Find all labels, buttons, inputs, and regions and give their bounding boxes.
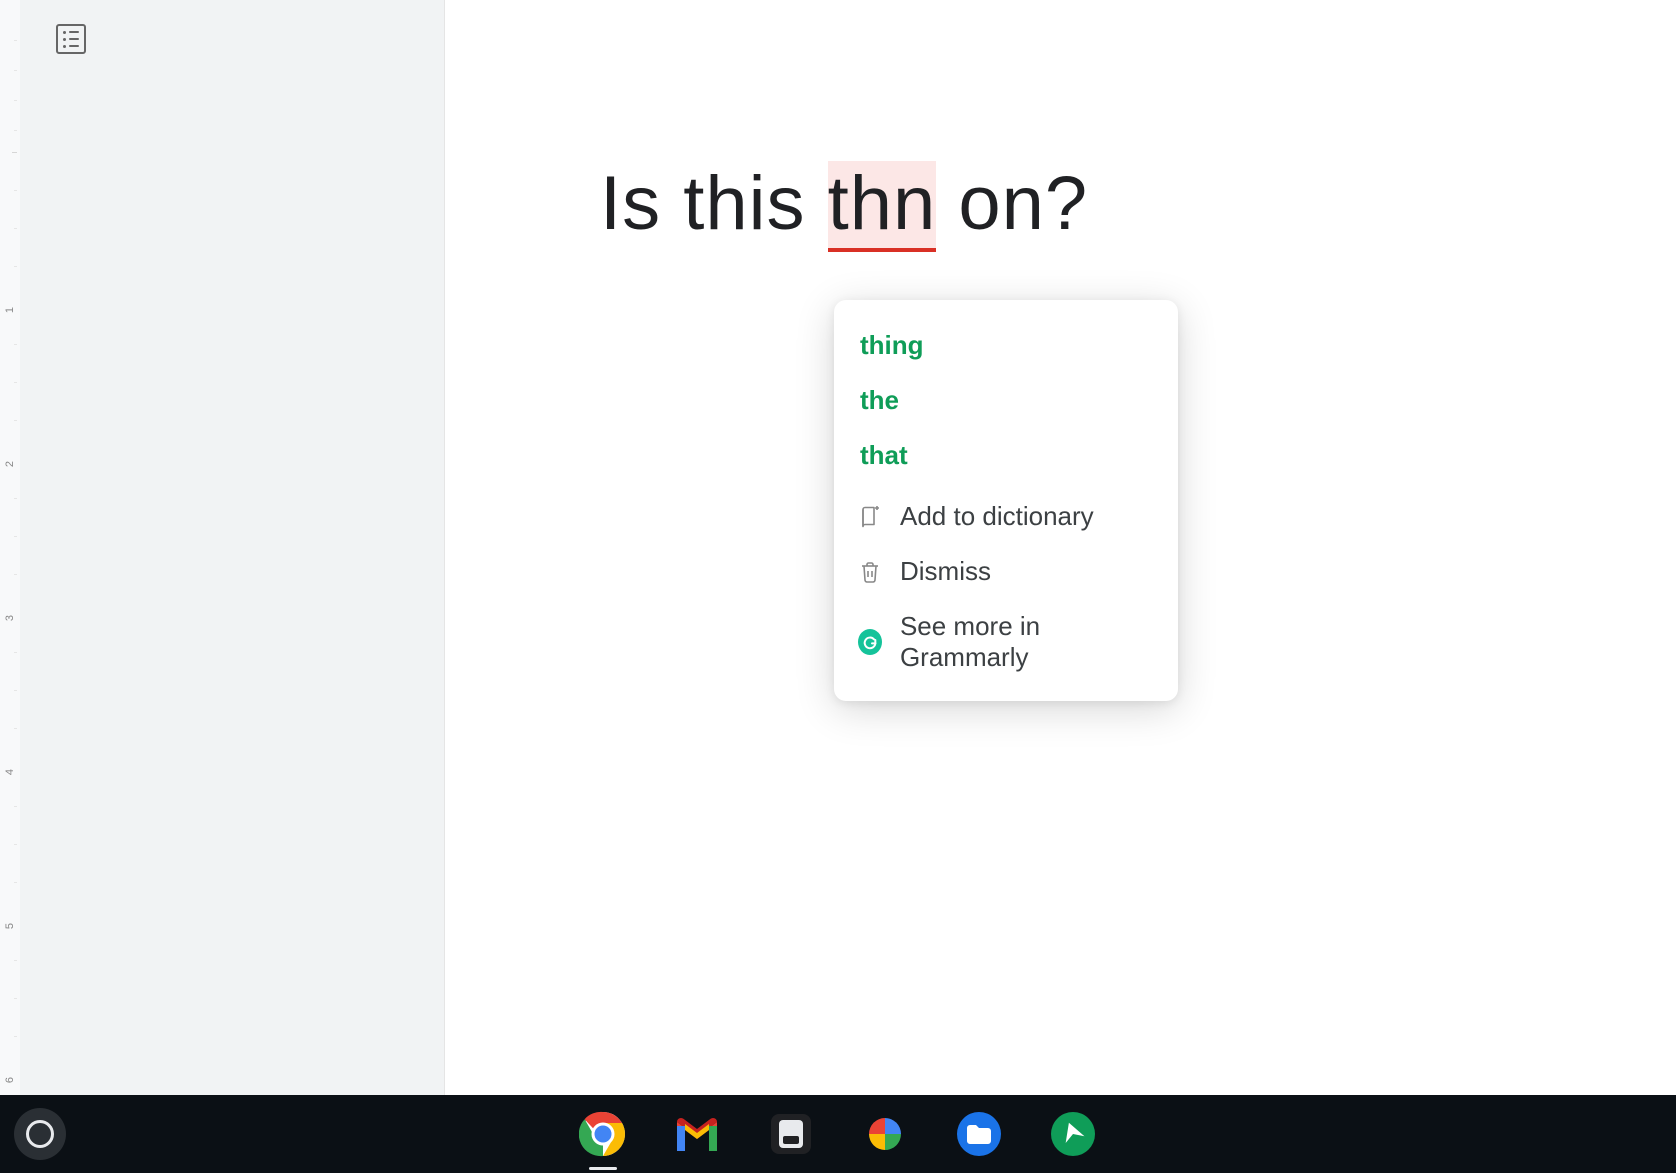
document-body-text[interactable]: Is this thn on? [600, 160, 1088, 247]
ruler-mark-6: 6 [4, 1074, 16, 1086]
gmail-icon [673, 1114, 721, 1154]
taskbar-app-gmail[interactable] [671, 1108, 723, 1160]
spellcheck-suggestion-popup: thing the that Add to dictionary Dismiss [834, 300, 1178, 701]
suggestion-item[interactable]: that [834, 428, 1178, 483]
screen: 1 2 3 4 5 6 [0, 0, 1676, 1173]
text-segment-before: Is this [600, 161, 828, 246]
ruler-mark-5: 5 [4, 920, 16, 932]
clover-icon [1049, 1110, 1097, 1158]
vertical-ruler: 1 2 3 4 5 6 [0, 0, 21, 1100]
taskbar-app-files[interactable] [953, 1108, 1005, 1160]
suggestion-item[interactable]: the [834, 373, 1178, 428]
see-more-grammarly-action[interactable]: See more in Grammarly [834, 599, 1178, 685]
active-app-indicator [589, 1167, 617, 1170]
text-segment-after: on? [936, 161, 1088, 246]
notes-icon [769, 1112, 813, 1156]
launcher-button[interactable] [14, 1108, 66, 1160]
add-to-dictionary-action[interactable]: Add to dictionary [834, 489, 1178, 544]
ruler-mark-1: 1 [4, 304, 16, 316]
misspelled-word[interactable]: thn [828, 161, 937, 252]
see-more-grammarly-label: See more in Grammarly [900, 611, 1154, 673]
taskbar-dock [577, 1108, 1099, 1160]
taskbar-app-notes[interactable] [765, 1108, 817, 1160]
grammarly-icon [858, 629, 882, 655]
add-to-dictionary-icon [858, 505, 882, 529]
dismiss-action[interactable]: Dismiss [834, 544, 1178, 599]
chrome-icon [579, 1110, 627, 1158]
ruler-mark-4: 4 [4, 766, 16, 778]
photos-icon [861, 1110, 909, 1158]
launcher-icon [26, 1120, 54, 1148]
trash-icon [858, 560, 882, 584]
dismiss-label: Dismiss [900, 556, 991, 587]
files-icon [955, 1110, 1003, 1158]
suggestion-item[interactable]: thing [834, 318, 1178, 373]
taskbar-app-photos[interactable] [859, 1108, 911, 1160]
taskbar [0, 1095, 1676, 1173]
add-to-dictionary-label: Add to dictionary [900, 501, 1094, 532]
ruler-mark-2: 2 [4, 458, 16, 470]
ruler-mark-3: 3 [4, 612, 16, 624]
document-outline-toggle[interactable] [56, 24, 86, 54]
taskbar-app-chrome[interactable] [577, 1108, 629, 1160]
document-outline-panel [20, 0, 445, 1100]
taskbar-app-clover[interactable] [1047, 1108, 1099, 1160]
